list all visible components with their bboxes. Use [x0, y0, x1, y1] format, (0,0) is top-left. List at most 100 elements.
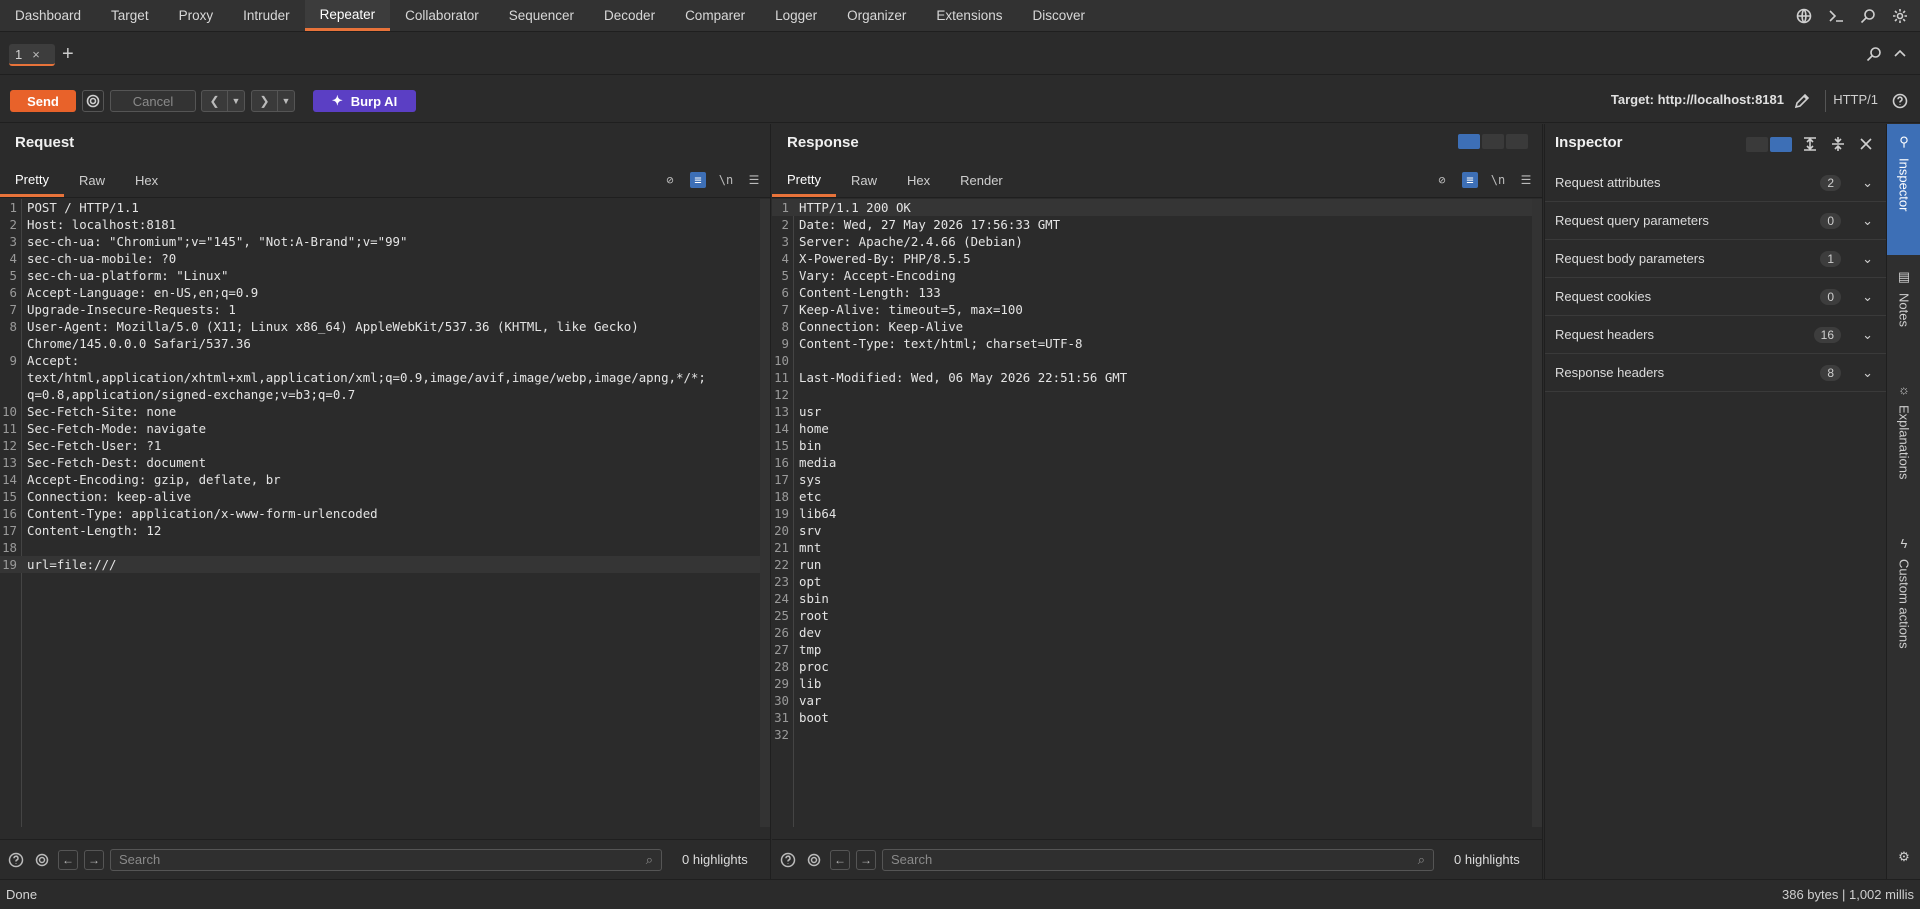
gear-icon[interactable] — [32, 850, 52, 870]
line-text: q=0.8,application/signed-exchange;v=b3;q… — [27, 387, 356, 402]
search-icon[interactable] — [1864, 44, 1884, 64]
inspector-section-request-cookies[interactable]: Request cookies 0 ⌄ — [1545, 278, 1887, 316]
wrap-lines-icon[interactable]: ≡ — [690, 172, 706, 188]
nav-tab-decoder[interactable]: Decoder — [589, 0, 670, 31]
help-icon[interactable] — [1890, 91, 1910, 111]
response-tab-render[interactable]: Render — [945, 164, 1018, 197]
globe-icon[interactable] — [1794, 6, 1814, 26]
hide-icon[interactable]: ⊘ — [662, 172, 678, 188]
inspector-section-request-attributes[interactable]: Request attributes 2 ⌄ — [1545, 164, 1887, 202]
gear-icon — [83, 91, 103, 111]
response-search-input[interactable]: Search ⌕ — [882, 848, 1434, 871]
layout-side-by-side-icon[interactable] — [1458, 134, 1480, 149]
line-text: Sec-Fetch-User: ?1 — [27, 438, 162, 453]
inspector-section-request-headers[interactable]: Request headers 16 ⌄ — [1545, 316, 1887, 354]
expand-all-icon[interactable] — [1800, 134, 1820, 154]
arrow-left-icon[interactable]: ← — [58, 849, 78, 870]
newline-toggle-icon[interactable]: \n — [1490, 172, 1506, 188]
help-icon[interactable] — [778, 850, 798, 870]
layout-stacked-icon[interactable] — [1482, 134, 1504, 149]
arrow-right-icon[interactable]: → — [856, 849, 876, 870]
add-tab-button[interactable]: + — [62, 44, 74, 64]
nav-tab-dashboard[interactable]: Dashboard — [0, 0, 96, 31]
layout-split-icon[interactable] — [1770, 136, 1792, 152]
menu-icon[interactable]: ☰ — [1518, 172, 1534, 188]
target-label: Target: http://localhost:8181 — [1610, 92, 1784, 107]
chevron-down-icon[interactable]: ▼ — [228, 91, 244, 111]
edit-target-icon[interactable] — [1792, 91, 1812, 111]
hide-icon[interactable]: ⊘ — [1434, 172, 1450, 188]
line-text: Accept-Language: en-US,en;q=0.9 — [27, 285, 259, 300]
inspector-section-request-query-parameters[interactable]: Request query parameters 0 ⌄ — [1545, 202, 1887, 240]
collapse-all-icon[interactable] — [1828, 134, 1848, 154]
top-nav-tools — [1794, 0, 1920, 31]
request-search-input[interactable]: Search ⌕ — [110, 848, 662, 871]
chevron-up-icon[interactable] — [1890, 44, 1910, 64]
nav-tab-extensions[interactable]: Extensions — [921, 0, 1017, 31]
request-tab-raw[interactable]: Raw — [64, 164, 120, 197]
nav-tab-collaborator[interactable]: Collaborator — [390, 0, 494, 31]
nav-tab-logger[interactable]: Logger — [760, 0, 832, 31]
line-text: Sec-Fetch-Mode: navigate — [27, 421, 207, 436]
chevron-down-icon[interactable]: ▼ — [278, 91, 294, 111]
menu-icon[interactable]: ☰ — [746, 172, 762, 188]
nav-tab-organizer[interactable]: Organizer — [832, 0, 921, 31]
nav-tab-sequencer[interactable]: Sequencer — [494, 0, 589, 31]
response-tab-hex[interactable]: Hex — [892, 164, 945, 197]
chevron-left-icon[interactable]: ❮ — [202, 91, 228, 111]
notes-icon: ▤ — [1897, 269, 1911, 284]
side-settings[interactable]: ⚙ — [1887, 849, 1920, 865]
nav-tab-target[interactable]: Target — [96, 0, 164, 31]
chevron-right-icon[interactable]: ❯ — [252, 91, 278, 111]
search-icon[interactable] — [1858, 6, 1878, 26]
terminal-icon[interactable] — [1826, 6, 1846, 26]
repeater-tab-1[interactable]: 1 × — [9, 44, 55, 66]
newline-toggle-icon[interactable]: \n — [718, 172, 734, 188]
response-tab-raw[interactable]: Raw — [836, 164, 892, 197]
request-scrollbar[interactable] — [760, 199, 770, 827]
line-number: 7 — [9, 302, 17, 317]
code-line: 12 Sec-Fetch-User: ?1 — [0, 437, 760, 454]
count-badge: 0 — [1820, 212, 1841, 229]
response-tab-pretty[interactable]: Pretty — [772, 164, 836, 197]
http-version[interactable]: HTTP/1 — [1833, 92, 1878, 107]
line-text: Upgrade-Insecure-Requests: 1 — [27, 302, 236, 317]
burp-ai-button[interactable]: ✦ Burp AI — [313, 90, 416, 112]
wrap-lines-icon[interactable]: ≡ — [1462, 172, 1478, 188]
side-tab-custom-actions[interactable]: ϟ Custom actions — [1887, 536, 1920, 649]
send-settings-button[interactable] — [82, 90, 104, 112]
request-tab-hex[interactable]: Hex — [120, 164, 173, 197]
arrow-right-icon[interactable]: → — [84, 849, 104, 870]
layout-list-icon[interactable] — [1746, 136, 1768, 152]
gear-icon[interactable] — [804, 850, 824, 870]
code-line: 26 dev — [772, 624, 1532, 641]
side-tab-notes[interactable]: ▤ Notes — [1887, 269, 1920, 327]
send-button[interactable]: Send — [10, 90, 76, 112]
close-icon[interactable]: × — [32, 47, 40, 62]
nav-tab-proxy[interactable]: Proxy — [164, 0, 229, 31]
inspector-section-response-headers[interactable]: Response headers 8 ⌄ — [1545, 354, 1887, 392]
nav-tab-comparer[interactable]: Comparer — [670, 0, 760, 31]
cancel-button[interactable]: Cancel — [110, 90, 196, 112]
nav-tab-repeater[interactable]: Repeater — [304, 0, 391, 31]
arrow-left-icon[interactable]: ← — [830, 849, 850, 870]
chevron-down-icon: ⌄ — [1862, 212, 1873, 228]
side-tab-inspector[interactable]: ⚲ Inspector — [1887, 124, 1920, 255]
count-badge: 2 — [1820, 174, 1841, 191]
request-tab-pretty[interactable]: Pretty — [0, 164, 64, 197]
layout-tabs-icon[interactable] — [1506, 134, 1528, 149]
response-editor[interactable]: 1 HTTP/1.1 200 OK 2 Date: Wed, 27 May 2026 … — [772, 199, 1532, 827]
request-editor[interactable]: 1 POST / HTTP/1.1 2 Host: localhost:8181 3 se… — [0, 199, 760, 827]
response-scrollbar[interactable] — [1532, 199, 1542, 827]
line-text: HTTP/1.1 200 OK — [799, 200, 911, 215]
help-icon[interactable] — [6, 850, 26, 870]
inspector-section-request-body-parameters[interactable]: Request body parameters 1 ⌄ — [1545, 240, 1887, 278]
gear-icon[interactable] — [1890, 6, 1910, 26]
side-tab-explanations[interactable]: ☼ Explanations — [1887, 382, 1920, 479]
close-icon[interactable] — [1856, 134, 1876, 154]
nav-tab-discover[interactable]: Discover — [1017, 0, 1100, 31]
line-text: Keep-Alive: timeout=5, max=100 — [799, 302, 1023, 317]
code-line: 30 var — [772, 692, 1532, 709]
layout-toggle — [1458, 134, 1528, 149]
nav-tab-intruder[interactable]: Intruder — [228, 0, 305, 31]
